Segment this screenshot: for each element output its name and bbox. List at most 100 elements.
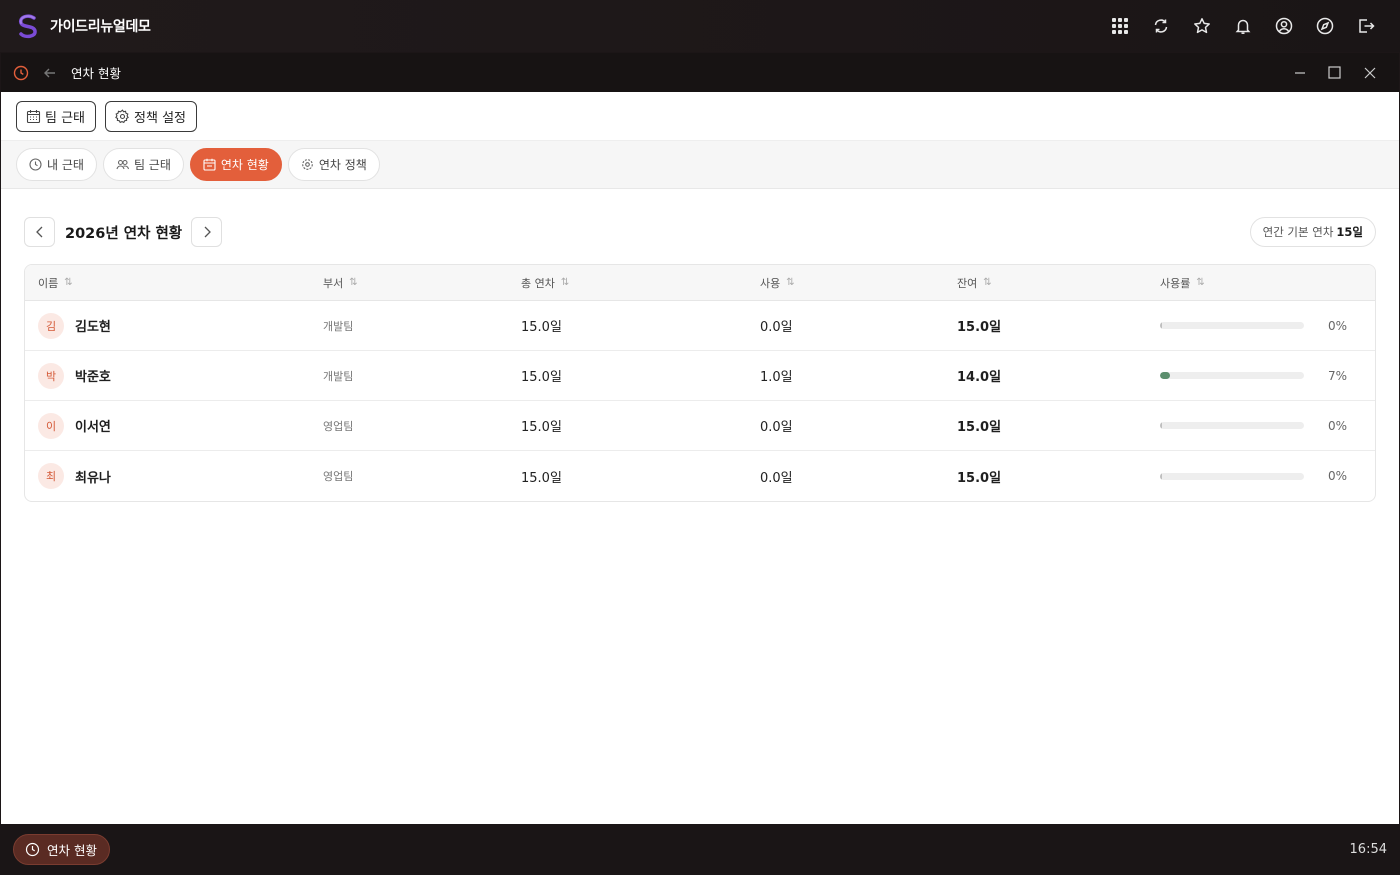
sort-icon: ⇅ [349, 277, 358, 288]
prev-year-button[interactable] [24, 217, 55, 247]
taskbar: 연차 현황 16:54 [0, 824, 1400, 875]
remaining-leave: 14.0일 [957, 370, 1002, 385]
compass-icon[interactable] [1304, 6, 1345, 46]
app-logo-icon[interactable] [14, 12, 42, 40]
default-leave-badge: 연간 기본 연차 15일 [1249, 217, 1376, 247]
tab-label: 내 근태 [47, 158, 84, 172]
total-leave: 15.0일 [521, 320, 562, 335]
used-leave: 0.0일 [760, 320, 793, 335]
usage-bar-fill [1160, 472, 1162, 480]
tab-team-attendance[interactable]: 팀 근태 [102, 148, 184, 181]
sort-icon: ⇅ [983, 277, 992, 288]
col-header-remaining[interactable]: 잔여 ⇅ [957, 275, 1160, 291]
tab-my-attendance[interactable]: 내 근태 [16, 148, 97, 181]
sort-icon: ⇅ [786, 277, 795, 288]
department: 영업팀 [323, 419, 354, 433]
avatar: 최 [38, 463, 64, 489]
page-title: 2026년 연차 현황 [65, 225, 183, 242]
team-attendance-label: 팀 근태 [45, 111, 86, 126]
team-attendance-button[interactable]: 팀 근태 [16, 101, 97, 132]
tab-label: 팀 근태 [133, 158, 171, 172]
clock-icon [13, 65, 29, 80]
clock-icon [29, 158, 42, 171]
tab-leave-policy[interactable]: 연차 정책 [287, 148, 380, 181]
used-leave: 1.0일 [760, 370, 793, 385]
taskbar-app-label: 연차 현황 [47, 843, 97, 858]
usage-bar [1160, 422, 1304, 429]
avatar: 이 [38, 412, 64, 439]
col-header-used[interactable]: 사용 ⇅ [760, 275, 957, 291]
calendar-icon [203, 158, 216, 171]
leave-table: 이름 ⇅ 부서 ⇅ 총 연차 ⇅ 사용 ⇅ 잔여 ⇅ 사용률 ⇅ 김 김도현 개발팀 15.0… [24, 264, 1376, 502]
taskbar-app-leave-status[interactable]: 연차 현황 [13, 834, 110, 865]
header-label: 사용 [760, 276, 781, 290]
header-label: 총 연차 [521, 276, 555, 290]
usage-bar-fill [1160, 322, 1162, 329]
usage-bar-fill [1160, 372, 1171, 379]
tab-bar: 내 근태 팀 근태 연차 현황 연차 정책 [1, 141, 1399, 189]
employee-name: 이서연 [75, 420, 111, 435]
main-content: 2026년 연차 현황 연간 기본 연차 15일 이름 ⇅ 부서 ⇅ 총 연차 ⇅ 사… [1, 189, 1399, 502]
usage-percent: 0% [1327, 318, 1347, 333]
avatar: 김 [38, 312, 64, 339]
usage-percent: 0% [1327, 469, 1347, 483]
calendar-grid-icon [26, 110, 41, 124]
user-icon[interactable] [1263, 6, 1304, 46]
tab-leave-status[interactable]: 연차 현황 [189, 148, 282, 181]
usage-percent: 7% [1327, 368, 1347, 383]
chevron-left-icon [35, 226, 42, 238]
window-title: 연차 현황 [71, 66, 121, 81]
col-header-name[interactable]: 이름 ⇅ [25, 275, 323, 291]
default-leave-label: 연간 기본 연차 [1262, 225, 1334, 239]
tab-label: 연차 현황 [220, 158, 269, 172]
col-header-total[interactable]: 총 연차 ⇅ [521, 275, 760, 291]
table-row[interactable]: 박 박준호 개발팀 15.0일 1.0일 14.0일 7% [25, 351, 1375, 401]
header-label: 이름 [38, 276, 59, 290]
default-leave-value: 15일 [1336, 225, 1363, 239]
table-row[interactable]: 김 김도현 개발팀 15.0일 0.0일 15.0일 0% [25, 301, 1375, 351]
usage-bar [1160, 472, 1304, 480]
app-window: 연차 현황 팀 근태 정책 설정 내 근태 팀 근태 연차 현황 연차 정책 2… [1, 53, 1399, 824]
header-label: 부서 [323, 276, 344, 290]
system-clock: 16:54 [1349, 842, 1387, 857]
remaining-leave: 15.0일 [957, 420, 1002, 435]
employee-name: 최유나 [75, 470, 111, 486]
next-year-button[interactable] [191, 217, 223, 247]
usage-bar-fill [1160, 422, 1162, 429]
chevron-right-icon [204, 226, 211, 238]
star-icon[interactable] [1181, 6, 1222, 46]
usage-percent: 0% [1327, 418, 1347, 433]
usage-bar [1160, 372, 1304, 379]
logout-icon[interactable] [1345, 6, 1386, 46]
employee-name: 박준호 [75, 370, 111, 385]
users-icon [116, 159, 129, 170]
app-title: 가이드리뉴얼데모 [50, 19, 151, 35]
total-leave: 15.0일 [521, 470, 562, 486]
maximize-button[interactable] [1317, 58, 1352, 88]
window-titlebar: 연차 현황 [1, 53, 1399, 92]
bell-icon[interactable] [1222, 6, 1263, 46]
refresh-icon[interactable] [1140, 6, 1181, 46]
policy-settings-button[interactable]: 정책 설정 [105, 101, 197, 132]
close-button[interactable] [1352, 58, 1387, 88]
department: 개발팀 [323, 369, 354, 383]
gear-icon [115, 109, 129, 124]
header-label: 사용률 [1160, 276, 1191, 290]
usage-bar [1160, 322, 1304, 329]
total-leave: 15.0일 [521, 420, 562, 435]
table-row[interactable]: 이 이서연 영업팀 15.0일 0.0일 15.0일 0% [25, 401, 1375, 451]
apps-grid-icon[interactable] [1099, 6, 1140, 46]
col-header-rate[interactable]: 사용률 ⇅ [1160, 275, 1360, 291]
department: 영업팀 [323, 470, 354, 483]
sort-icon: ⇅ [1196, 277, 1205, 288]
table-row[interactable]: 최 최유나 영업팀 15.0일 0.0일 15.0일 0% [25, 451, 1375, 501]
minimize-button[interactable] [1282, 58, 1317, 88]
avatar: 박 [38, 362, 64, 389]
header-label: 잔여 [957, 276, 978, 290]
tab-label: 연차 정책 [318, 158, 367, 172]
sort-icon: ⇅ [64, 277, 73, 288]
back-button[interactable] [41, 64, 59, 82]
gear-icon [302, 159, 313, 170]
toolbar: 팀 근태 정책 설정 [1, 92, 1399, 141]
col-header-dept[interactable]: 부서 ⇅ [323, 275, 521, 291]
